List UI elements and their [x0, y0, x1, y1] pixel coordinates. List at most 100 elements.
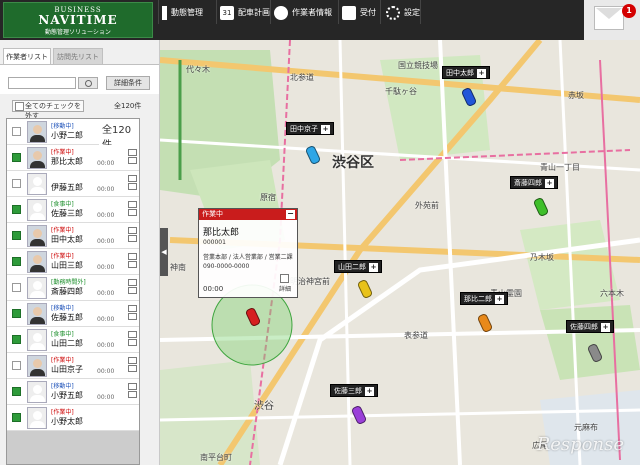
detail-conditions-button[interactable]: 詳細条件 — [106, 76, 150, 90]
document-icon[interactable] — [128, 279, 138, 297]
logo-line3: 動態管理ソリューション — [45, 29, 111, 36]
sidebar: 作業者リスト 訪問先リスト 詳細条件 全てのチェックを外す 全120件 [移動中… — [0, 40, 160, 465]
list-item[interactable]: [食事中] 佐藤三郎 00:00 — [7, 197, 139, 223]
envelope-icon — [594, 6, 624, 30]
vehicle-label[interactable]: 斎藤四郎 + — [510, 176, 558, 189]
row-checkbox[interactable] — [12, 283, 21, 292]
worker-time: 00:00 — [97, 238, 115, 245]
worker-name: 伊藤五郎 — [51, 183, 83, 192]
tab-visit-list[interactable]: 訪問先リスト — [53, 48, 103, 64]
worker-status: [食事中] — [51, 201, 74, 208]
document-icon[interactable] — [128, 149, 138, 167]
popup-department: 営業本部 / 法人営業部 / 営業二課 — [203, 254, 293, 261]
worker-name: 小野五郎 — [51, 391, 83, 400]
vehicle-label[interactable]: 佐藤三郎 + — [330, 384, 378, 397]
list-item[interactable]: [移動中] 佐藤五郎 00:00 — [7, 301, 139, 327]
document-icon[interactable] — [128, 201, 138, 219]
list-item[interactable]: [勤務時間外] 斎藤四郎 00:00 — [7, 275, 139, 301]
row-checkbox[interactable] — [12, 153, 21, 162]
document-icon[interactable] — [128, 331, 138, 349]
list-item[interactable]: [作業中] 山田三郎 00:00 — [7, 249, 139, 275]
nav-divider — [158, 0, 159, 24]
nav-reception-label: 受付 — [360, 8, 376, 17]
row-checkbox[interactable] — [12, 231, 21, 240]
expand-icon: + — [321, 124, 330, 134]
avatar — [27, 303, 47, 325]
vehicle-name: 佐藤三郎 — [334, 387, 362, 395]
list-item[interactable]: [食事中] 山田二郎 00:00 — [7, 327, 139, 353]
document-icon[interactable] — [128, 227, 138, 245]
area-label: 神南 — [170, 263, 186, 272]
row-checkbox[interactable] — [12, 127, 21, 136]
popup-phone: 090-0000-0000 — [203, 263, 250, 270]
area-label: 元麻布 — [574, 423, 598, 432]
worker-status: [作業中] — [51, 253, 74, 260]
nav-dispatch-plan[interactable]: 31 配車計画 — [220, 4, 270, 22]
area-label: 千駄ヶ谷 — [385, 87, 417, 96]
row-checkbox[interactable] — [12, 413, 21, 422]
search-button[interactable] — [78, 77, 98, 89]
notifications-button[interactable]: 1 — [584, 0, 640, 40]
logo[interactable]: BUSINESS NAVITIME 動態管理ソリューション — [3, 2, 153, 38]
nav-settings-label: 設定 — [404, 8, 420, 17]
document-icon[interactable] — [128, 253, 138, 271]
app-header: BUSINESS NAVITIME 動態管理ソリューション 動態管理 31 配車計… — [0, 0, 640, 40]
search-input[interactable] — [8, 77, 76, 89]
vehicle-label[interactable]: 佐藤四郎 + — [566, 320, 614, 333]
vehicle-label[interactable]: 那比二郎 + — [460, 292, 508, 305]
worker-status: [勤務時間外] — [51, 279, 86, 286]
tab-worker-list[interactable]: 作業者リスト — [3, 48, 51, 64]
nav-settings[interactable]: 設定 — [386, 4, 420, 22]
popup-detail-button[interactable]: 詳細 — [278, 274, 291, 294]
worker-name: 斎藤四郎 — [51, 287, 83, 296]
nav-reception[interactable]: 受付 — [342, 4, 376, 22]
nav-dispatch-label: 配車計画 — [238, 8, 270, 17]
calendar-icon: 31 — [220, 5, 234, 20]
expand-icon: + — [365, 386, 374, 396]
area-label: 赤坂 — [568, 91, 584, 100]
nav-divider — [338, 0, 339, 24]
document-icon[interactable] — [128, 383, 138, 401]
nav-divider — [216, 0, 217, 24]
row-checkbox[interactable] — [12, 179, 21, 188]
list-item[interactable]: [作業中] 山田京子 00:00 — [7, 353, 139, 379]
row-checkbox[interactable] — [12, 387, 21, 396]
vehicle-label[interactable]: 田中太郎 + — [442, 66, 490, 79]
collapse-sidebar-button[interactable]: ◀ — [160, 228, 168, 276]
avatar — [27, 147, 47, 169]
avatar-placeholder — [27, 407, 47, 429]
row-checkbox[interactable] — [12, 205, 21, 214]
vehicle-label[interactable]: 田中京子 + — [286, 122, 334, 135]
popup-header: 作業中 − — [199, 209, 297, 220]
document-icon[interactable] — [128, 175, 138, 193]
worker-name: 佐藤五郎 — [51, 313, 83, 322]
document-icon[interactable] — [128, 357, 138, 375]
list-item[interactable]: [作業中] 田中太郎 00:00 — [7, 223, 139, 249]
list-item[interactable]: [作業中] 那比太郎 00:00 — [7, 145, 139, 171]
avatar — [27, 355, 47, 377]
area-label: 乃木坂 — [530, 253, 554, 262]
minimize-icon[interactable]: − — [286, 210, 295, 219]
nav-tracking[interactable]: 動態管理 — [162, 4, 203, 22]
list-item[interactable]: [作業中] 小野太郎 — [7, 405, 139, 431]
nav-worker-info[interactable]: 作業者情報 — [274, 4, 332, 22]
avatar — [27, 121, 47, 143]
list-item[interactable]: [移動中] 小野二郎 全120件 — [7, 119, 139, 151]
row-checkbox[interactable] — [12, 335, 21, 344]
row-checkbox[interactable] — [12, 361, 21, 370]
list-item[interactable]: [移動中] 小野五郎 00:00 — [7, 379, 139, 405]
popup-name: 那比太郎 — [203, 228, 240, 238]
worker-time: 00:00 — [97, 264, 115, 271]
uncheck-all-button[interactable]: 全てのチェックを外す — [12, 100, 84, 120]
document-icon[interactable] — [128, 305, 138, 323]
area-label: 代々木 — [186, 65, 210, 74]
worker-time: 00:00 — [97, 160, 115, 167]
row-checkbox[interactable] — [12, 309, 21, 318]
list-item[interactable]: 伊藤五郎 00:00 — [7, 171, 139, 197]
row-checkbox[interactable] — [12, 257, 21, 266]
vehicle-label[interactable]: 山田二郎 + — [334, 260, 382, 273]
worker-list[interactable]: [移動中] 小野二郎 全120件 [作業中] 那比太郎 00:00 伊藤五郎 0… — [6, 118, 140, 465]
worker-status: [移動中] — [51, 305, 74, 312]
worker-status: [作業中] — [51, 149, 74, 156]
nav-divider — [270, 0, 271, 24]
